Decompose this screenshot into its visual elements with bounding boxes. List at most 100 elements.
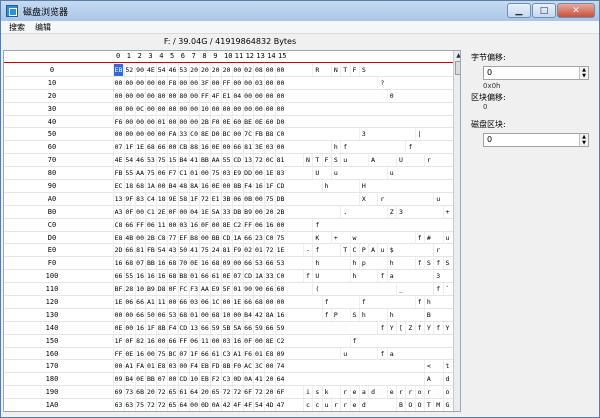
ascii-char-cell[interactable]: Z — [386, 205, 396, 218]
hex-byte-cell[interactable]: 00 — [275, 296, 285, 309]
hex-byte-cell[interactable]: 90 — [134, 64, 145, 76]
hex-byte-cell[interactable]: AA — [210, 154, 220, 167]
ascii-char-cell[interactable]: X — [358, 192, 368, 205]
ascii-char-cell[interactable]: . — [340, 205, 349, 218]
hex-byte-cell[interactable]: EB — [199, 360, 209, 373]
hex-byte-cell[interactable]: 60 — [231, 115, 242, 128]
hex-byte-cell[interactable]: 80 — [177, 89, 188, 102]
hex-byte-cell[interactable]: 53 — [253, 257, 263, 270]
ascii-char-cell[interactable]: T — [423, 399, 433, 411]
hex-byte-cell[interactable]: E1 — [210, 192, 220, 205]
ascii-char-cell[interactable]: T — [340, 244, 349, 257]
hex-byte-cell[interactable]: 72 — [156, 399, 166, 411]
ascii-char-cell[interactable]: G — [442, 399, 452, 411]
ascii-char-cell[interactable]: R — [312, 64, 321, 76]
hex-byte-cell[interactable]: 4E — [145, 64, 155, 76]
table-row[interactable]: 10 00 00 00 00 00 F8 00 00 3F 00 FF 00 00 03 00 00? — [4, 76, 460, 90]
hex-byte-cell[interactable]: 00 — [253, 89, 263, 102]
hex-byte-cell[interactable]: 13 — [113, 192, 123, 205]
hex-byte-cell[interactable]: 66 — [242, 257, 253, 270]
hex-byte-cell[interactable]: CD — [275, 180, 285, 193]
hex-byte-cell[interactable]: F6 — [242, 347, 253, 360]
hex-byte-cell[interactable]: 00 — [242, 76, 253, 89]
hex-byte-cell[interactable]: 16 — [156, 257, 166, 270]
hex-byte-cell[interactable]: 0E — [113, 321, 123, 334]
hex-byte-cell[interactable]: 68 — [253, 296, 263, 309]
hex-byte-cell[interactable]: 68 — [145, 141, 155, 154]
hex-byte-cell[interactable]: 59 — [253, 321, 263, 334]
hex-byte-cell[interactable]: 16 — [199, 257, 209, 270]
hex-byte-cell[interactable]: 5F — [221, 283, 231, 296]
ascii-char-cell[interactable]: f — [358, 296, 368, 309]
hex-byte-cell[interactable]: F0 — [210, 115, 220, 128]
hex-byte-cell[interactable]: 0D — [231, 373, 242, 386]
table-row[interactable]: 170 00 A1 FA 01 E8 03 00 F4 EB FD 8B F0 AC 3C 00 74 < t — [4, 360, 460, 374]
hex-byte-cell[interactable]: 53 — [177, 64, 188, 76]
hex-byte-cell[interactable]: D8 — [156, 283, 166, 296]
hex-byte-cell[interactable]: AA — [199, 283, 209, 296]
hex-byte-cell[interactable]: 03 — [188, 296, 199, 309]
hex-byte-cell[interactable]: FF — [113, 347, 123, 360]
hex-byte-cell[interactable]: 11 — [156, 296, 166, 309]
hex-byte-cell[interactable]: 3E — [253, 141, 263, 154]
hex-byte-cell[interactable]: 02 — [242, 244, 253, 257]
ascii-char-cell[interactable]: u — [386, 167, 396, 180]
hex-byte-cell[interactable]: 0E — [210, 180, 220, 193]
ascii-char-cell[interactable]: r — [433, 244, 442, 257]
hex-byte-cell[interactable]: 53 — [145, 154, 155, 167]
hex-byte-cell[interactable]: B9 — [242, 205, 253, 218]
hex-byte-cell[interactable]: 16 — [134, 321, 145, 334]
hex-byte-cell[interactable]: 41 — [188, 154, 199, 167]
hex-byte-cell[interactable]: 75 — [145, 167, 155, 180]
hex-byte-cell[interactable]: 01 — [188, 167, 199, 180]
hex-byte-cell[interactable]: 00 — [167, 296, 177, 309]
hex-byte-cell[interactable]: 00 — [123, 89, 134, 102]
hex-byte-cell[interactable]: 65 — [167, 399, 177, 411]
hex-byte-cell[interactable]: F6 — [113, 115, 123, 128]
hex-byte-cell[interactable]: 10 — [134, 283, 145, 296]
hex-byte-cell[interactable]: 66 — [199, 321, 209, 334]
hex-byte-cell[interactable]: 41 — [253, 373, 263, 386]
hex-byte-cell[interactable]: 4F — [242, 399, 253, 411]
ascii-char-cell[interactable]: U — [396, 154, 405, 167]
hex-byte-cell[interactable]: B4 — [177, 154, 188, 167]
hex-byte-cell[interactable]: FD — [210, 360, 220, 373]
hex-byte-cell[interactable]: F4 — [188, 360, 199, 373]
hex-byte-cell[interactable]: 07 — [156, 373, 166, 386]
hex-byte-cell[interactable]: 16 — [199, 180, 209, 193]
hex-byte-cell[interactable]: D0 — [210, 128, 220, 141]
hex-byte-cell[interactable]: 06 — [253, 218, 263, 231]
hex-byte-cell[interactable]: C1 — [145, 205, 155, 218]
scroll-thumb[interactable] — [455, 61, 460, 75]
hex-byte-cell[interactable]: 6B — [134, 386, 145, 399]
hex-byte-cell[interactable]: 04 — [188, 205, 199, 218]
hex-byte-cell[interactable]: 81 — [242, 141, 253, 154]
hex-byte-cell[interactable]: 0D — [199, 399, 209, 411]
hex-byte-cell[interactable]: F7 — [167, 167, 177, 180]
ascii-char-cell[interactable]: f — [312, 218, 321, 231]
hex-byte-cell[interactable]: F0 — [231, 360, 242, 373]
hex-byte-cell[interactable]: 16 — [231, 334, 242, 347]
hex-byte-cell[interactable]: 66 — [242, 321, 253, 334]
hex-byte-cell[interactable]: 68 — [210, 257, 220, 270]
hex-byte-cell[interactable]: 16 — [145, 270, 155, 283]
hex-byte-cell[interactable]: 9E — [167, 192, 177, 205]
hex-byte-cell[interactable]: 0F — [199, 218, 209, 231]
hex-byte-cell[interactable]: 46 — [167, 64, 177, 76]
hex-byte-cell[interactable]: 04 — [231, 89, 242, 102]
hex-byte-cell[interactable]: 20 — [264, 373, 274, 386]
hex-byte-cell[interactable]: 20 — [210, 64, 220, 76]
hex-byte-cell[interactable]: 09 — [113, 373, 123, 386]
hex-byte-cell[interactable]: 00 — [113, 128, 123, 141]
hex-byte-cell[interactable]: 00 — [264, 76, 274, 89]
hex-byte-cell[interactable]: 00 — [134, 128, 145, 141]
ascii-char-cell[interactable]: f — [340, 141, 349, 154]
hex-byte-cell[interactable]: 08 — [253, 64, 263, 76]
ascii-char-cell[interactable]: u — [442, 231, 452, 244]
hex-byte-cell[interactable]: BC — [167, 347, 177, 360]
hex-byte-cell[interactable]: 06 — [231, 192, 242, 205]
hex-byte-cell[interactable]: 00 — [113, 308, 123, 321]
hex-byte-cell[interactable]: 1A — [145, 180, 155, 193]
hex-byte-cell[interactable]: FF — [177, 334, 188, 347]
hex-byte-cell[interactable]: 00 — [188, 102, 199, 115]
